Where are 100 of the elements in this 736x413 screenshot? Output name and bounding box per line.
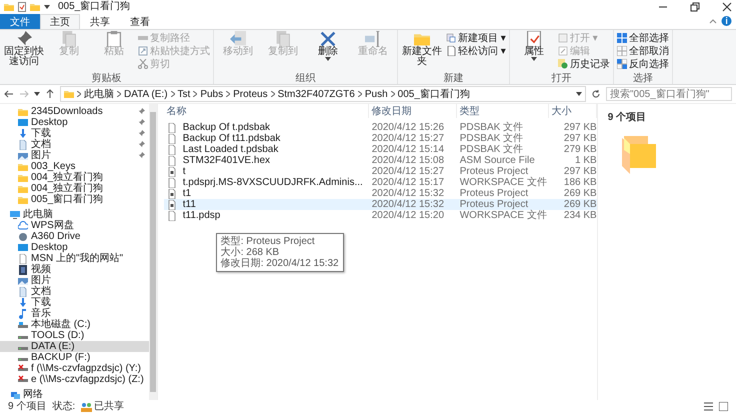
nav-item[interactable]: 本地磁盘 (C:)	[0, 319, 149, 330]
ribbon-tab[interactable]: 文件	[0, 14, 40, 29]
file-icon	[166, 144, 177, 154]
nav-item[interactable]: TOOLS (D:)	[0, 330, 149, 341]
folder-icon	[18, 106, 28, 116]
nav-item[interactable]: f (\\Ms-czvfagpzdsjc) (Y:)	[0, 363, 149, 374]
chevron-icon	[77, 91, 81, 97]
file-date: 2020/4/12 15:14	[370, 144, 446, 155]
nav-item[interactable]: 003_Keys	[0, 161, 149, 172]
file-row[interactable]: Backup Of t.pdsbak 2020/4/12 15:26 PDSBAK 文件 297 KB	[164, 122, 597, 133]
grid-icon	[616, 59, 627, 69]
file-row[interactable]: t1 2020/4/12 15:32 Proteus Project 269 KB	[164, 188, 597, 199]
column-header[interactable]: 类型	[456, 104, 549, 118]
open-icon	[558, 33, 568, 43]
status-label: 状态:	[52, 400, 76, 412]
ribbon-button[interactable]: 轻松访问 ▾	[446, 45, 506, 57]
nav-item[interactable]: 004_独立看门狗	[0, 183, 149, 194]
file-row[interactable]: t 2020/4/12 15:27 Proteus Project 297 KB	[164, 166, 597, 177]
ribbon-button[interactable]: 删除	[307, 31, 349, 73]
breadcrumb[interactable]: Push	[364, 88, 388, 100]
caret-icon	[576, 92, 582, 96]
breadcrumb[interactable]: DATA (E:)	[124, 88, 168, 100]
ribbon-tab[interactable]: 主页	[40, 14, 80, 29]
nav-item[interactable]: 下载	[0, 128, 149, 139]
nav-item[interactable]: e (\\Ms-czvfagpzdsjc) (Z:)	[0, 374, 149, 385]
scrollbar[interactable]	[148, 104, 157, 400]
nav-item[interactable]: Desktop	[0, 117, 149, 128]
file-row[interactable]: Backup Of t11.pdsbak 2020/4/12 15:27 PDSBAK 文件 297 KB	[164, 133, 597, 144]
properties-icon[interactable]	[18, 2, 26, 12]
breadcrumb[interactable]: Tst	[178, 88, 190, 100]
nav-item[interactable]: MSN 上的"我的网站"	[0, 253, 149, 264]
nav-item[interactable]: DATA (E:)	[0, 341, 149, 352]
nav-item[interactable]: BACKUP (F:)	[0, 352, 149, 363]
ribbon-button[interactable]: 历史记录	[558, 58, 610, 70]
file-name: Backup Of t.pdsbak	[182, 122, 270, 133]
ribbon-button[interactable]: 反向选择	[616, 58, 669, 70]
breadcrumb[interactable]: Stm32F407ZGT6	[278, 88, 355, 100]
file-size: 1 KB	[574, 155, 597, 166]
file-type: WORKSPACE 文件	[458, 210, 548, 221]
file-row[interactable]: Last Loaded t.pdsbak 2020/4/12 15:14 PDSBAK 文件 279 KB	[164, 144, 597, 155]
ribbon-tab[interactable]: 查看	[120, 14, 160, 29]
file-row[interactable]: t11 2020/4/12 15:32 Proteus Project 269 KB	[164, 199, 597, 210]
edit-icon	[558, 46, 568, 56]
file-size: 234 KB	[562, 210, 597, 221]
nav-item[interactable]: 2345Downloads	[0, 106, 149, 117]
breadcrumb[interactable]: 005_窗口看门狗	[398, 87, 470, 101]
refresh-icon[interactable]	[591, 89, 601, 99]
nav-item[interactable]: 视频	[0, 264, 149, 275]
nav-item[interactable]: WPS网盘	[0, 220, 149, 231]
music-note-icon	[18, 308, 28, 318]
details-view-icon[interactable]	[704, 402, 713, 411]
ribbon-button[interactable]: 新建文件夹	[401, 31, 443, 73]
file-row[interactable]: t.pdsprj.MS-8VXSCUUDJRFK.Adminis... 2020/4/12 15:17 WORKSPACE 文件 186 KB	[164, 177, 597, 188]
nav-item[interactable]: 005_窗口看门狗	[0, 194, 149, 205]
nav-item[interactable]: 此电脑	[0, 209, 149, 220]
nav-item[interactable]: 004_独立看门狗	[0, 172, 149, 183]
ribbon-button[interactable]: 新建项目 ▾	[446, 32, 506, 44]
ribbon-button[interactable]: 属性	[512, 31, 555, 73]
group-label: 打开	[550, 73, 572, 84]
file-date: 2020/4/12 15:27	[370, 166, 446, 177]
search-field[interactable]: 搜索"005_窗口看门狗"	[606, 87, 732, 101]
breadcrumb[interactable]: Pubs	[200, 88, 224, 100]
nav-item[interactable]: 图片	[0, 275, 149, 286]
restore-icon[interactable]	[690, 2, 700, 12]
file-row[interactable]: STM32F401VE.hex 2020/4/12 15:08 ASM Source File 1 KB	[164, 155, 597, 166]
tiles-view-icon[interactable]	[719, 402, 728, 411]
breadcrumb[interactable]: Proteus	[233, 88, 268, 100]
nav-item[interactable]: 图片	[0, 150, 149, 161]
ribbon-button[interactable]: 全部取消	[616, 45, 669, 57]
nav-item[interactable]: A360 Drive	[0, 231, 149, 242]
help-icon[interactable]	[721, 14, 732, 28]
group-label: 新建	[442, 73, 464, 84]
close-icon[interactable]	[722, 2, 732, 12]
nav-item[interactable]: 下载	[0, 297, 149, 308]
nav-item[interactable]: 文档	[0, 139, 149, 150]
file-icon	[166, 178, 177, 188]
item-count: 9 个项目	[608, 110, 648, 124]
breadcrumb[interactable]: 此电脑	[84, 87, 114, 101]
nav-item[interactable]: 音乐	[0, 308, 149, 319]
column-header[interactable]: 大小	[548, 104, 597, 118]
nav-item[interactable]: 网络	[0, 389, 149, 400]
file-name: t	[182, 166, 186, 177]
up-icon[interactable]	[45, 89, 55, 99]
ribbon-button[interactable]: 全部选择	[616, 32, 669, 44]
nav-item[interactable]: 文档	[0, 286, 149, 297]
column-header[interactable]: 修改日期	[368, 104, 457, 118]
file-row[interactable]: t11.pdsp 2020/4/12 15:20 WORKSPACE 文件 234 KB	[164, 210, 597, 221]
column-header[interactable]: 名称	[164, 104, 369, 118]
folder-icon	[18, 184, 28, 194]
address-bar[interactable]: 此电脑 DATA (E:) Tst Pubs Proteus Stm32F407ZGT6 Push 005_窗口看门狗	[60, 86, 586, 102]
nav-item[interactable]: Desktop	[0, 242, 149, 253]
back-icon[interactable]	[4, 89, 14, 99]
access-icon	[446, 46, 456, 56]
ribbon-button[interactable]: 固定到快速访问	[3, 31, 45, 73]
group-label: 剪贴板	[90, 73, 122, 84]
grid-icon	[616, 46, 627, 56]
ribbon-tab[interactable]: 共享	[80, 14, 120, 29]
people-icon	[81, 402, 92, 412]
caret-icon	[44, 5, 50, 9]
file-type: ASM Source File	[458, 155, 536, 166]
